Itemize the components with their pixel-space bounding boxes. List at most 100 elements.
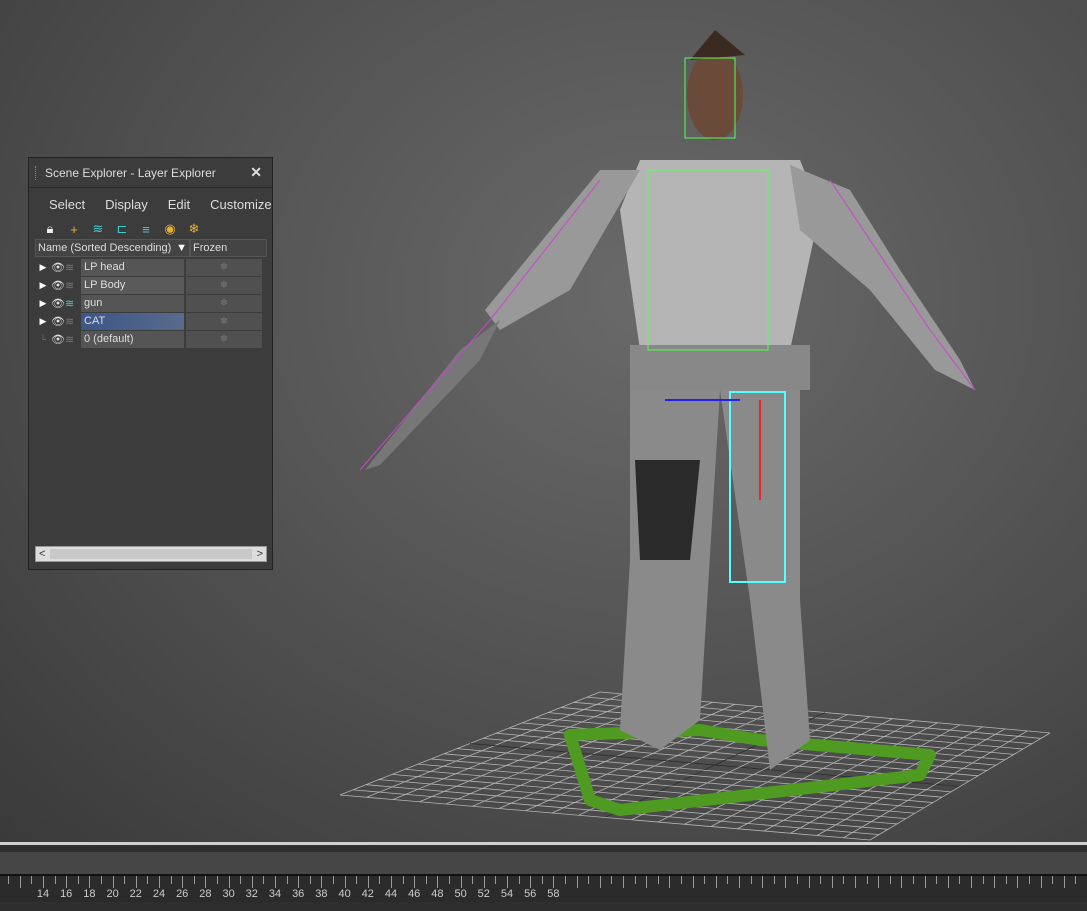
frame-tick bbox=[170, 876, 172, 884]
frame-label: 40 bbox=[338, 888, 351, 900]
freeze-icon[interactable]: ❄ bbox=[186, 258, 262, 276]
layers-icon[interactable]: ≡ bbox=[137, 220, 155, 238]
layer-row[interactable]: ▶ 👁︎ ≋ LP head ❄ bbox=[35, 258, 267, 276]
lock-icon[interactable]: 🔒︎ bbox=[41, 220, 59, 238]
frame-tick bbox=[866, 876, 868, 884]
character-model bbox=[359, 30, 976, 770]
frame-tick bbox=[971, 876, 972, 888]
layer-icon[interactable]: ≋ bbox=[65, 261, 81, 274]
frame-label: 18 bbox=[83, 888, 96, 900]
horizontal-scrollbar[interactable]: < > bbox=[35, 546, 267, 562]
menu-bar: Select Display Edit Customize bbox=[29, 188, 272, 216]
frame-tick bbox=[646, 876, 648, 888]
frame-label: 58 bbox=[547, 888, 560, 900]
frame-tick bbox=[507, 876, 508, 888]
frame-tick bbox=[959, 876, 961, 884]
frame-tick bbox=[31, 876, 33, 884]
layer-icon[interactable]: ≋ bbox=[65, 315, 81, 328]
frame-tick bbox=[576, 876, 578, 888]
add-layer-icon[interactable]: + bbox=[65, 220, 83, 238]
layer-row-selected[interactable]: ▶ 👁︎ ≋ CAT ❄ bbox=[35, 312, 267, 330]
scroll-right-button[interactable]: > bbox=[257, 548, 263, 560]
frame-tick bbox=[251, 876, 253, 888]
frame-tick bbox=[344, 876, 346, 888]
frame-tick bbox=[878, 876, 880, 888]
layer-icon[interactable]: ≋ bbox=[65, 279, 81, 292]
eye-icon[interactable]: 👁︎ bbox=[51, 279, 65, 292]
frame-tick bbox=[785, 876, 787, 888]
frame-tick bbox=[356, 876, 358, 884]
eye-icon[interactable]: 👁︎ bbox=[51, 333, 65, 346]
layer-name[interactable]: 0 (default) bbox=[81, 330, 184, 348]
frame-tick bbox=[263, 876, 265, 884]
hierarchy-icon[interactable]: ⊏ bbox=[113, 220, 131, 238]
frame-tick bbox=[425, 876, 427, 884]
layer-row[interactable]: └ 👁︎ ≋ 0 (default) ❄ bbox=[35, 330, 267, 348]
frame-label: 48 bbox=[431, 888, 444, 900]
frame-tick bbox=[89, 876, 91, 888]
frame-tick bbox=[704, 876, 706, 884]
expand-arrow-icon[interactable]: ▶ bbox=[35, 280, 51, 291]
frame-tick bbox=[889, 876, 891, 884]
close-button[interactable]: ✕ bbox=[250, 164, 262, 181]
frame-tick bbox=[483, 876, 485, 888]
scrollbar-thumb[interactable] bbox=[50, 549, 252, 559]
menu-edit[interactable]: Edit bbox=[158, 197, 200, 212]
frame-tick bbox=[298, 876, 300, 888]
drag-grip-icon[interactable] bbox=[35, 166, 37, 180]
expand-arrow-icon[interactable]: ▶ bbox=[35, 262, 51, 273]
menu-customize[interactable]: Customize bbox=[200, 197, 281, 212]
menu-display[interactable]: Display bbox=[95, 197, 158, 212]
freeze-icon[interactable]: ❄ bbox=[186, 312, 262, 330]
frame-label: 32 bbox=[245, 888, 258, 900]
frame-tick bbox=[309, 876, 311, 884]
frame-ruler[interactable]: 14 16 18 20 22 24 26 28 30 32 34 36 38 40 42 44 46 48 50 52… bbox=[0, 874, 1087, 902]
layer-name[interactable]: LP Body bbox=[81, 276, 184, 294]
active-layer-icon[interactable]: ≋ bbox=[65, 297, 81, 310]
expand-arrow-icon[interactable]: ▶ bbox=[35, 298, 51, 309]
layer-row[interactable]: ▶ 👁︎ ≋ gun ❄ bbox=[35, 294, 267, 312]
layer-name[interactable]: gun bbox=[81, 294, 184, 312]
frame-tick bbox=[831, 876, 833, 888]
track-bar[interactable] bbox=[0, 852, 1087, 874]
layer-name[interactable]: LP head bbox=[81, 258, 184, 276]
frame-tick bbox=[228, 876, 230, 888]
frame-tick bbox=[855, 876, 856, 888]
frame-tick bbox=[994, 876, 996, 888]
column-name[interactable]: Name (Sorted Descending) ▼ bbox=[35, 239, 190, 257]
layer-row[interactable]: ▶ 👁︎ ≋ LP Body ❄ bbox=[35, 276, 267, 294]
freeze-icon[interactable]: ❄ bbox=[185, 220, 203, 238]
frame-tick bbox=[669, 876, 671, 888]
frame-tick bbox=[657, 876, 659, 884]
freeze-icon[interactable]: ❄ bbox=[186, 276, 262, 294]
expand-arrow-icon[interactable]: ▶ bbox=[35, 316, 51, 327]
frame-label: 56 bbox=[524, 888, 537, 900]
tree-line: └ bbox=[39, 334, 47, 344]
scroll-left-button[interactable]: < bbox=[39, 548, 45, 560]
frame-label: 26 bbox=[176, 888, 189, 900]
time-slider[interactable] bbox=[0, 842, 1087, 846]
frame-tick bbox=[43, 876, 44, 888]
panel-title-bar[interactable]: Scene Explorer - Layer Explorer ✕ bbox=[29, 158, 272, 188]
hide-icon[interactable]: ◉ bbox=[161, 220, 179, 238]
frame-tick bbox=[460, 876, 462, 888]
frame-tick bbox=[286, 876, 288, 884]
add-to-layer-icon[interactable]: ≋ bbox=[89, 220, 107, 238]
eye-icon[interactable]: 👁︎ bbox=[51, 297, 65, 310]
eye-icon[interactable]: 👁︎ bbox=[51, 315, 65, 328]
menu-select[interactable]: Select bbox=[39, 197, 95, 212]
scene-explorer-panel: Scene Explorer - Layer Explorer ✕ Select… bbox=[28, 157, 273, 570]
frame-tick bbox=[739, 876, 740, 888]
frame-tick bbox=[8, 876, 10, 884]
freeze-icon[interactable]: ❄ bbox=[186, 330, 262, 348]
layer-name[interactable]: CAT bbox=[81, 312, 184, 330]
frame-tick bbox=[135, 876, 137, 888]
eye-icon[interactable]: 👁︎ bbox=[51, 261, 65, 274]
frame-tick bbox=[797, 876, 798, 884]
layer-icon[interactable]: ≋ bbox=[65, 333, 81, 346]
frame-tick bbox=[623, 876, 624, 888]
frame-tick bbox=[530, 876, 532, 888]
frame-tick bbox=[553, 876, 555, 888]
column-frozen[interactable]: Frozen bbox=[190, 239, 267, 257]
freeze-icon[interactable]: ❄ bbox=[186, 294, 262, 312]
